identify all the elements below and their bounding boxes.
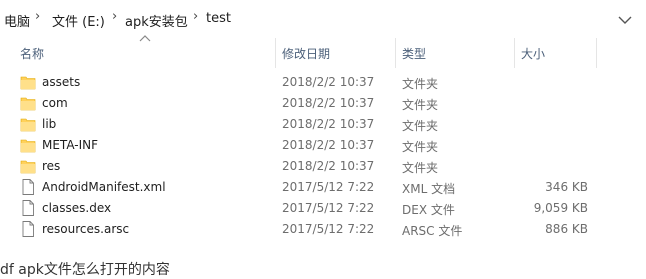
file-size: 346 KB bbox=[545, 180, 588, 194]
folder-icon bbox=[20, 97, 36, 111]
column-divider[interactable] bbox=[395, 38, 396, 68]
breadcrumb-test[interactable]: test bbox=[206, 11, 231, 26]
file-date: 2017/5/12 7:22 bbox=[282, 180, 375, 194]
list-item[interactable]: res 2018/2/2 10:37 文件夹 bbox=[0, 156, 646, 177]
list-item[interactable]: META-INF 2018/2/2 10:37 文件夹 bbox=[0, 135, 646, 156]
file-type: 文件夹 bbox=[402, 161, 439, 175]
file-type: DEX 文件 bbox=[402, 203, 455, 217]
column-divider[interactable] bbox=[514, 38, 515, 68]
list-item[interactable]: classes.dex 2017/5/12 7:22 DEX 文件 9,059 … bbox=[0, 198, 646, 219]
file-name: classes.dex bbox=[42, 201, 112, 215]
column-header-size[interactable]: 大小 bbox=[521, 45, 545, 62]
file-type: 文件夹 bbox=[402, 140, 439, 154]
column-header-date[interactable]: 修改日期 bbox=[282, 45, 330, 62]
file-date: 2018/2/2 10:37 bbox=[282, 96, 375, 110]
file-date: 2018/2/2 10:37 bbox=[282, 159, 375, 173]
list-item[interactable]: assets 2018/2/2 10:37 文件夹 bbox=[0, 72, 646, 93]
folder-icon bbox=[20, 118, 36, 132]
file-type: XML 文档 bbox=[402, 182, 456, 196]
column-header-type[interactable]: 类型 bbox=[402, 45, 426, 62]
cropped-caption-text: df apk文件怎么打开的内容 bbox=[0, 262, 170, 278]
file-date: 2018/2/2 10:37 bbox=[282, 117, 375, 131]
file-name: lib bbox=[42, 117, 57, 131]
file-date: 2017/5/12 7:22 bbox=[282, 222, 375, 236]
breadcrumb-drive-e[interactable]: 文件 (E:) bbox=[52, 11, 105, 30]
breadcrumb-separator-icon[interactable]: › bbox=[193, 9, 198, 24]
file-name: resources.arsc bbox=[42, 222, 130, 236]
folder-icon bbox=[20, 160, 36, 174]
file-type: 文件夹 bbox=[402, 98, 439, 112]
list-item[interactable]: resources.arsc 2017/5/12 7:22 ARSC 文件 88… bbox=[0, 219, 646, 240]
file-date: 2018/2/2 10:37 bbox=[282, 138, 375, 152]
file-name: AndroidManifest.xml bbox=[42, 180, 166, 194]
sort-ascending-icon bbox=[139, 35, 151, 42]
list-item[interactable]: lib 2018/2/2 10:37 文件夹 bbox=[0, 114, 646, 135]
breadcrumb-apk-folder[interactable]: apk安装包 bbox=[125, 11, 188, 30]
file-name: assets bbox=[42, 75, 81, 89]
column-header-name[interactable]: 名称 bbox=[20, 45, 44, 62]
column-divider[interactable] bbox=[596, 38, 597, 68]
file-icon bbox=[22, 179, 34, 195]
address-bar[interactable]: 电脑 › 文件 (E:) › apk安装包 › test bbox=[0, 0, 646, 38]
folder-icon bbox=[20, 139, 36, 153]
address-history-chevron-down-icon[interactable] bbox=[615, 9, 635, 29]
breadcrumb-separator-icon[interactable]: › bbox=[112, 9, 117, 24]
file-date: 2018/2/2 10:37 bbox=[282, 75, 375, 89]
file-type: 文件夹 bbox=[402, 119, 439, 133]
file-icon bbox=[22, 200, 34, 216]
file-name: res bbox=[42, 159, 61, 173]
file-size: 886 KB bbox=[545, 222, 588, 236]
file-type: 文件夹 bbox=[402, 77, 439, 91]
file-date: 2017/5/12 7:22 bbox=[282, 201, 375, 215]
breadcrumb-computer[interactable]: 电脑 bbox=[4, 11, 30, 30]
breadcrumb-separator-icon[interactable]: › bbox=[35, 9, 40, 24]
file-icon bbox=[22, 221, 34, 237]
list-item[interactable]: com 2018/2/2 10:37 文件夹 bbox=[0, 93, 646, 114]
file-name: META-INF bbox=[42, 138, 99, 152]
file-type: ARSC 文件 bbox=[402, 224, 463, 238]
file-size: 9,059 KB bbox=[533, 201, 588, 215]
folder-icon bbox=[20, 76, 36, 90]
column-divider[interactable] bbox=[275, 38, 276, 68]
list-item[interactable]: AndroidManifest.xml 2017/5/12 7:22 XML 文… bbox=[0, 177, 646, 198]
file-name: com bbox=[42, 96, 68, 110]
